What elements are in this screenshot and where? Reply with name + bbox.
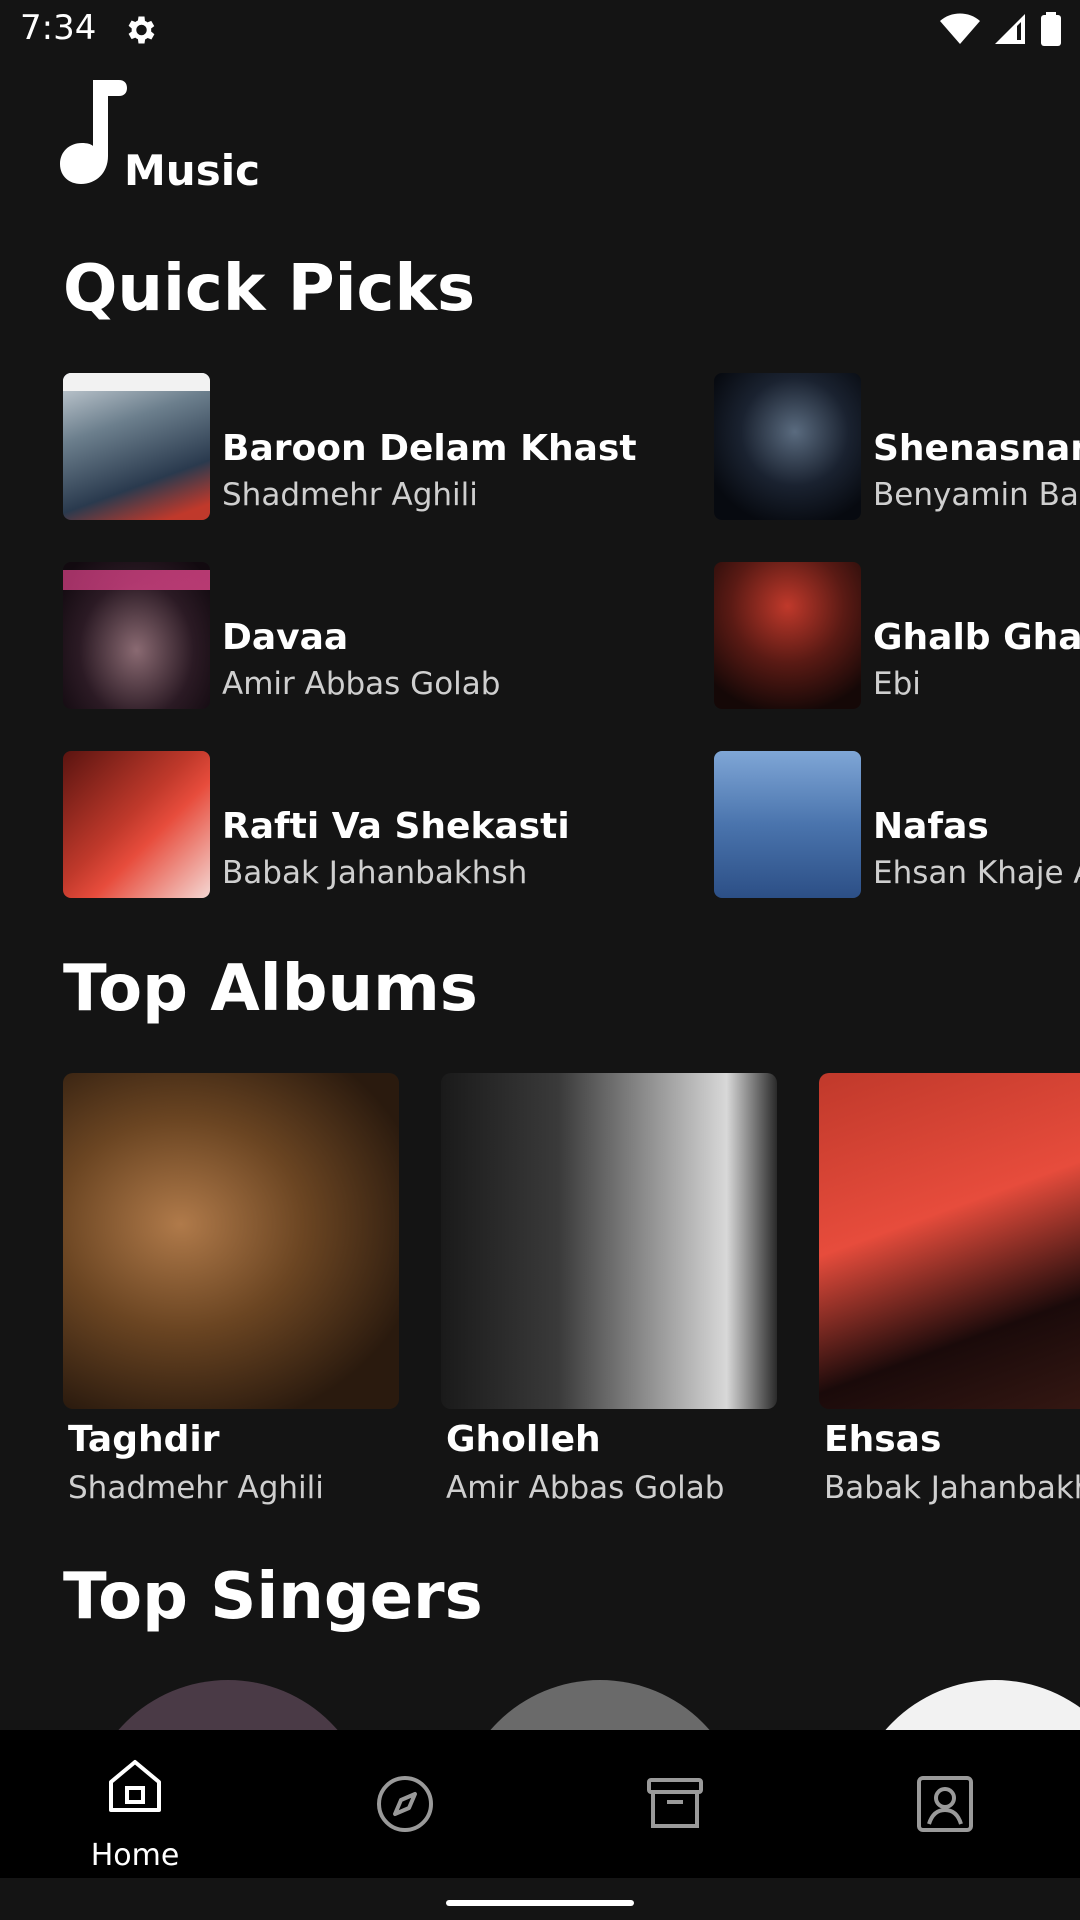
battery-icon — [1040, 12, 1062, 46]
top-singers-row — [63, 1680, 1080, 1730]
track-artist: Ebi — [873, 666, 921, 702]
track-title: Nafas — [873, 806, 989, 847]
quick-pick-item[interactable]: Nafas Ehsan Khaje A — [714, 751, 1080, 898]
singer-avatar[interactable] — [850, 1680, 1080, 1730]
track-artist: Ehsan Khaje A — [873, 855, 1080, 891]
singer-avatar[interactable] — [83, 1680, 373, 1730]
nav-profile[interactable] — [810, 1730, 1080, 1878]
nav-library[interactable] — [540, 1730, 810, 1878]
music-note-icon — [60, 80, 130, 188]
track-artist: Babak Jahanbakhsh — [222, 855, 528, 891]
album-art — [714, 373, 861, 520]
bottom-nav: Home — [0, 1730, 1080, 1878]
album-art — [63, 1073, 399, 1409]
track-title: Davaa — [222, 617, 349, 658]
track-artist: Benyamin Bah — [873, 477, 1080, 513]
album-art — [819, 1073, 1080, 1409]
track-artist: Amir Abbas Golab — [222, 666, 501, 702]
album-title: Ehsas — [824, 1419, 942, 1460]
album-art — [63, 751, 210, 898]
top-albums-title: Top Albums — [63, 952, 478, 1026]
compass-icon — [375, 1774, 435, 1834]
album-card[interactable]: Ehsas Babak Jahanbakh — [819, 1073, 1080, 1506]
album-artist: Amir Abbas Golab — [446, 1470, 725, 1506]
album-title: Taghdir — [68, 1419, 220, 1460]
track-title: Baroon Delam Khast — [222, 428, 637, 469]
track-artist: Shadmehr Aghili — [222, 477, 478, 513]
status-time: 7:34 — [20, 8, 97, 48]
album-art — [63, 373, 210, 520]
quick-pick-item[interactable]: Davaa Amir Abbas Golab — [63, 562, 663, 709]
track-title: Rafti Va Shekasti — [222, 806, 570, 847]
track-title: Shenasname — [873, 428, 1080, 469]
album-artist: Babak Jahanbakh — [824, 1470, 1080, 1506]
home-icon — [105, 1756, 165, 1816]
nav-home-label: Home — [90, 1838, 180, 1873]
album-art — [63, 562, 210, 709]
album-art — [714, 751, 861, 898]
quick-pick-item[interactable]: Ghalb Ghap Ebi — [714, 562, 1080, 709]
quick-pick-item[interactable]: Rafti Va Shekasti Babak Jahanbakhsh — [63, 751, 663, 898]
nav-home[interactable]: Home — [0, 1730, 270, 1878]
system-nav-bar — [0, 1878, 1080, 1920]
quick-picks-title: Quick Picks — [63, 252, 476, 326]
album-card[interactable]: Taghdir Shadmehr Aghili — [63, 1073, 399, 1506]
top-singers-title: Top Singers — [63, 1560, 483, 1634]
archive-icon — [645, 1774, 705, 1834]
quick-picks-grid: Baroon Delam Khast Shadmehr Aghili Shena… — [63, 373, 1080, 903]
nav-explore[interactable] — [270, 1730, 540, 1878]
gear-icon — [122, 12, 158, 48]
app-title: Music — [124, 146, 260, 195]
album-art — [714, 562, 861, 709]
album-art — [441, 1073, 777, 1409]
quick-pick-item[interactable]: Shenasname Benyamin Bah — [714, 373, 1080, 520]
album-card[interactable]: Gholleh Amir Abbas Golab — [441, 1073, 777, 1506]
wifi-icon — [940, 13, 980, 45]
top-albums-row: Taghdir Shadmehr Aghili Gholleh Amir Abb… — [63, 1073, 1080, 1513]
signal-icon — [994, 13, 1026, 45]
album-title: Gholleh — [446, 1419, 601, 1460]
singer-avatar[interactable] — [455, 1680, 745, 1730]
status-bar: 7:34 — [0, 0, 1080, 62]
track-title: Ghalb Ghap — [873, 617, 1080, 658]
gesture-home-handle[interactable] — [446, 1900, 634, 1906]
album-artist: Shadmehr Aghili — [68, 1470, 324, 1506]
quick-pick-item[interactable]: Baroon Delam Khast Shadmehr Aghili — [63, 373, 663, 520]
profile-icon — [915, 1774, 975, 1834]
